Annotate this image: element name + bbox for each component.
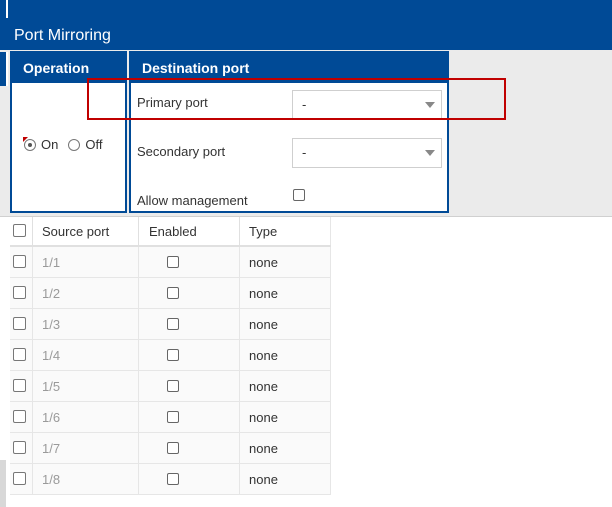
source-port-id: 1/8 (42, 471, 61, 487)
row-select-checkbox[interactable] (13, 348, 26, 361)
source-port-id: 1/4 (42, 347, 61, 363)
table-row[interactable]: 1/8 none (10, 463, 331, 495)
enabled-checkbox[interactable] (167, 473, 179, 485)
primary-port-highlight (87, 78, 506, 120)
enabled-checkbox[interactable] (167, 287, 179, 299)
operation-on-radio[interactable] (23, 136, 36, 151)
allow-management-checkbox[interactable] (293, 189, 305, 201)
enabled-checkbox[interactable] (167, 380, 179, 392)
mirror-type: none (239, 401, 331, 433)
scrollbar[interactable] (0, 460, 6, 507)
column-header-source-port[interactable]: Source port (32, 217, 139, 247)
row-select-checkbox[interactable] (13, 410, 26, 423)
table-row[interactable]: 1/7 none (10, 432, 331, 464)
select-all-checkbox[interactable] (13, 224, 26, 237)
column-header-enabled-label: Enabled (149, 223, 197, 239)
table-row[interactable]: 1/1 none (10, 246, 331, 278)
side-tab-divider (6, 52, 8, 86)
enabled-checkbox[interactable] (167, 256, 179, 268)
row-select-checkbox[interactable] (13, 255, 26, 268)
operation-off-label: Off (85, 137, 103, 152)
table-header-row: Source port Enabled Type (10, 217, 331, 247)
enabled-checkbox[interactable] (167, 411, 179, 423)
source-port-id: 1/1 (42, 254, 61, 270)
source-port-id: 1/5 (42, 378, 61, 394)
destination-port-panel: Destination port Primary port - Secondar… (129, 51, 449, 213)
enabled-checkbox[interactable] (167, 442, 179, 454)
changed-flag-icon (23, 136, 28, 142)
page-header: Port Mirroring (0, 0, 612, 50)
secondary-port-value: - (302, 145, 307, 160)
secondary-port-label: Secondary port (137, 144, 226, 159)
mirror-type: none (239, 463, 331, 495)
chevron-down-icon (425, 150, 435, 156)
row-select-checkbox[interactable] (13, 441, 26, 454)
row-select-checkbox[interactable] (13, 286, 26, 299)
mirror-type: none (239, 308, 331, 340)
source-port-id: 1/3 (42, 316, 61, 332)
mirror-type: none (239, 246, 331, 278)
operation-panel: Operation On Off (10, 51, 127, 213)
table-row[interactable]: 1/6 none (10, 401, 331, 433)
table-row[interactable]: 1/4 none (10, 339, 331, 371)
row-select-checkbox[interactable] (13, 317, 26, 330)
secondary-port-select[interactable]: - (292, 138, 442, 168)
enabled-checkbox[interactable] (167, 318, 179, 330)
source-port-table: Source port Enabled Type 1/1 none 1/2 no… (10, 217, 331, 495)
row-select-checkbox[interactable] (13, 379, 26, 392)
column-header-type[interactable]: Type (239, 217, 331, 247)
table-row[interactable]: 1/3 none (10, 308, 331, 340)
row-select-checkbox[interactable] (13, 472, 26, 485)
mirror-type: none (239, 370, 331, 402)
column-header-enabled[interactable]: Enabled (138, 217, 240, 247)
source-port-id: 1/2 (42, 285, 61, 301)
source-port-id: 1/7 (42, 440, 61, 456)
mirror-type: none (239, 432, 331, 464)
header-divider (6, 0, 8, 18)
mirror-type: none (239, 277, 331, 309)
operation-off-radio[interactable] (68, 138, 81, 151)
table-row[interactable]: 1/5 none (10, 370, 331, 402)
table-row[interactable]: 1/2 none (10, 277, 331, 309)
enabled-checkbox[interactable] (167, 349, 179, 361)
mirror-type: none (239, 339, 331, 371)
operation-radio-group: On Off (23, 136, 112, 152)
operation-on-label: On (41, 137, 59, 152)
page-title: Port Mirroring (14, 27, 111, 44)
source-port-id: 1/6 (42, 409, 61, 425)
allow-management-label: Allow management (137, 193, 248, 208)
